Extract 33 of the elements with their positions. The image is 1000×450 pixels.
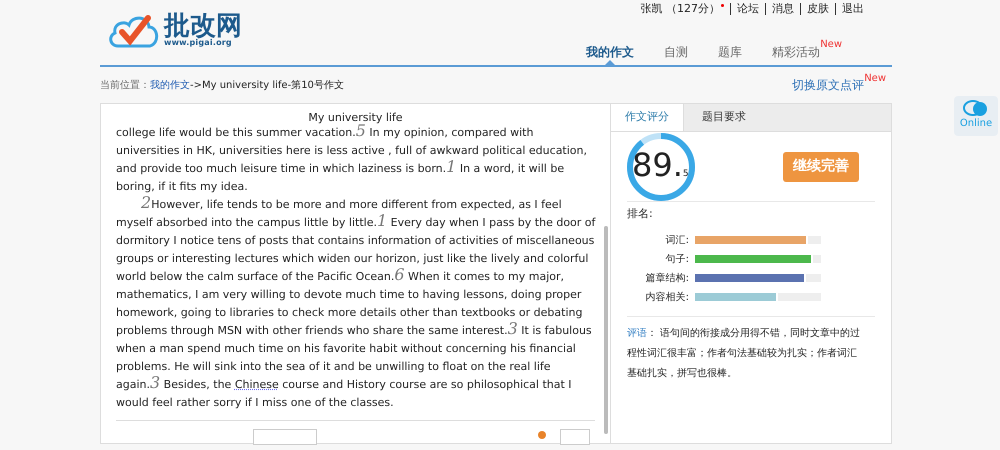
metric-label: 内容相关: <box>644 290 690 304</box>
essay-paragraph: college life would be this summer vacation.5 In my opinion, compared with universities in HK, universities here is less active , full of awkward political education, and provide too much leisure time in which laziness is born.1 In a word, it will be boring, if it fits my idea. <box>116 124 588 195</box>
score-tab[interactable]: 作文评分 <box>611 104 684 131</box>
small-button[interactable] <box>560 429 590 445</box>
nav-tab[interactable]: 自测 <box>650 43 702 65</box>
new-label: New <box>864 72 886 86</box>
user-link[interactable]: 皮肤 <box>807 3 829 15</box>
metric-label: 词汇: <box>664 234 690 248</box>
user-link[interactable]: 论坛 <box>737 3 759 15</box>
breadcrumb-link[interactable]: 我的作文 <box>150 78 190 92</box>
score-tab[interactable]: 题目要求 <box>684 104 764 131</box>
nav-tab[interactable]: 题库 <box>704 43 756 65</box>
breadcrumb-current: ->My university life-第10号作文 <box>190 78 344 92</box>
logo-url: www.pigai.org <box>164 39 233 47</box>
switch-view-link[interactable]: 切换原文点评 <box>792 76 864 94</box>
breadcrumb-label: 当前位置： <box>100 78 150 92</box>
essay-title: My university life <box>307 110 404 124</box>
user-link[interactable]: 退出 <box>842 3 864 15</box>
rank-label: 排名: <box>627 206 654 222</box>
comment-text: 评语： 语句间的衔接成分用得不错，同时文章中的过程性词汇很丰富；作者句法基础较为扎实；作者词汇基础扎实，拼写也很棒。 <box>627 326 862 380</box>
metric-label: 句子: <box>664 252 690 266</box>
essay-paragraph: 2However, life tends to be more and more different from expected, as I feel myself absorbed into the campus little by little.1 Every day when I pass by the door of dormitory I notice tens of posts that contains information of activities of miscellaneous groups or interesting lectures which widen our horizon, just like the lively and colorful world below the calm surface of the Pacific Ocean.6 When it comes to my major, mathematics, I am very willing to devote much time to having lessons, doing proper homework, going to libraries to check more details other than textbooks or debating problems through MSN with other friends who share the same interest.3 It is fabulous when a man spend much time on his favorite habit without concerning his financial problems. He will sink into the sea of it and be unwilling to float on the real life again.3 Besides, the Chinese course and History course are so philosophical that I would feel rather sorry if I miss one of the classes. <box>116 196 596 411</box>
logo-icon <box>108 12 160 48</box>
nav-tab[interactable]: 我的作文 <box>572 43 648 65</box>
logo-text: 批改网 <box>164 13 242 39</box>
metric-label: 篇章结构: <box>644 272 690 286</box>
input-field[interactable] <box>253 429 317 445</box>
score-decimal: 5 <box>682 170 689 178</box>
user-link[interactable]: 消息 <box>772 3 794 15</box>
user-link[interactable]: 张凯 （127分） <box>640 3 720 15</box>
new-label: New <box>820 38 842 52</box>
score-value: 89. <box>632 148 683 180</box>
small-icon <box>538 431 546 439</box>
